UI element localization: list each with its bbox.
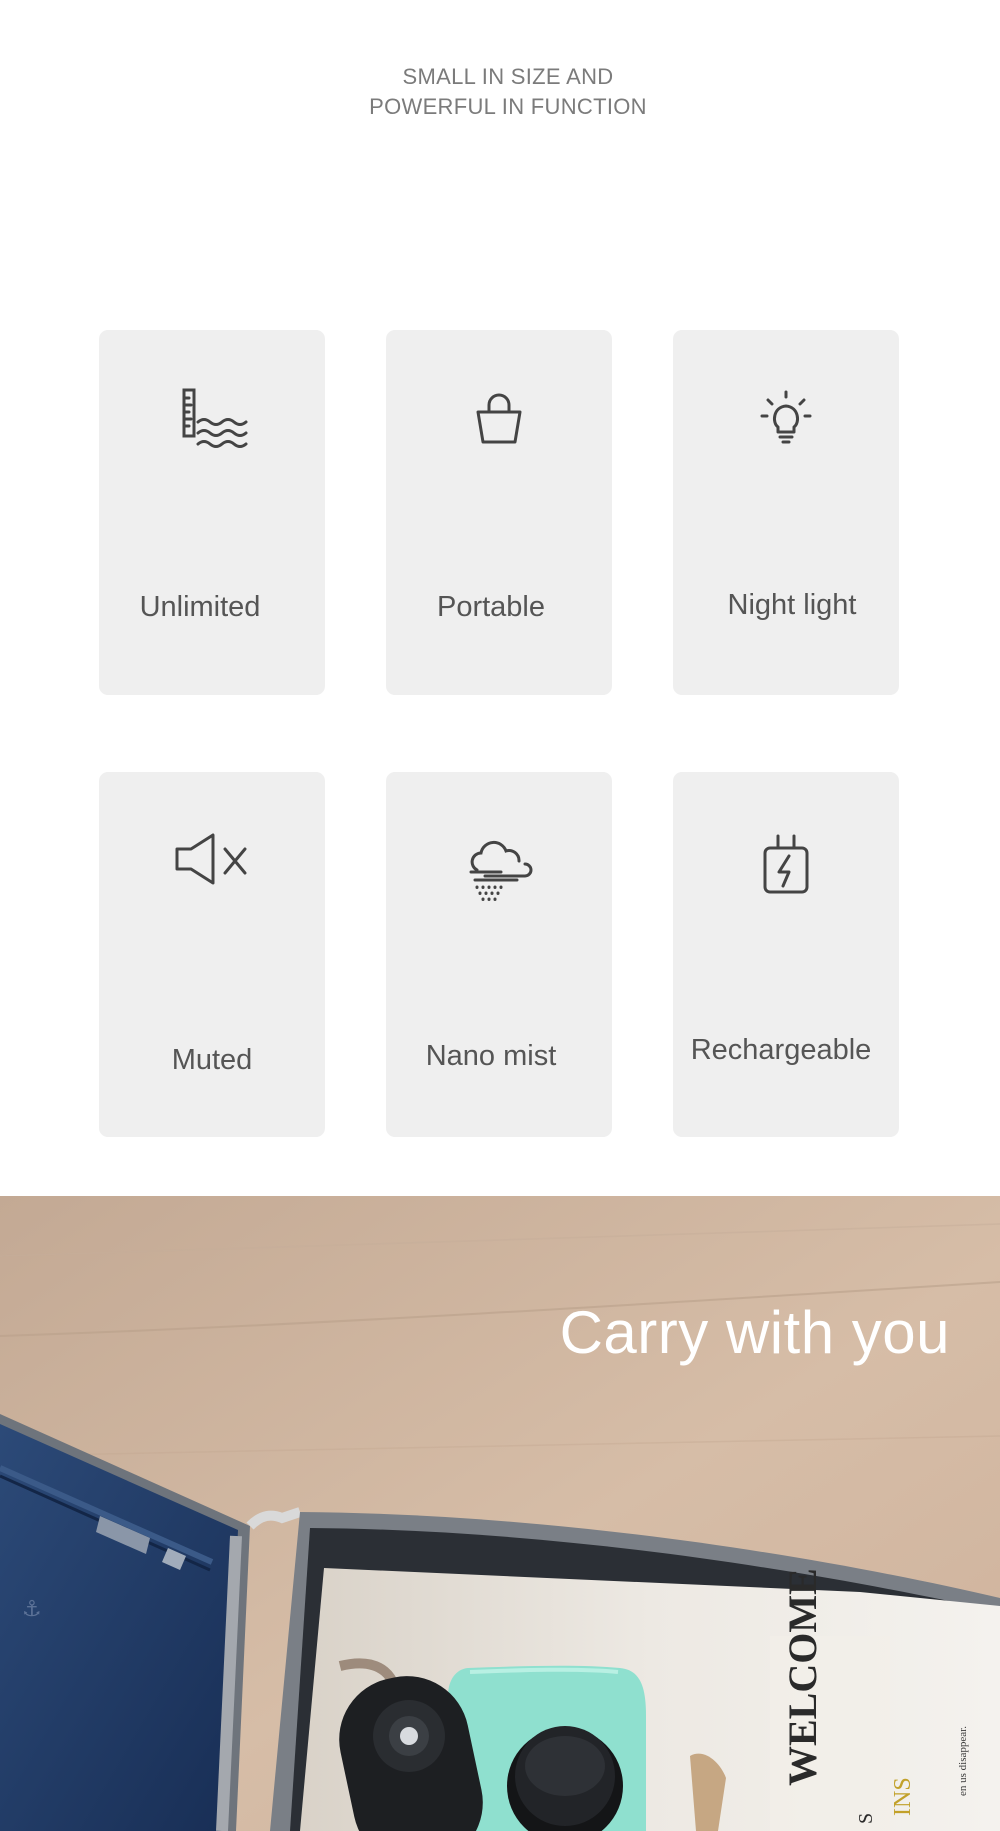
svg-text:WELCOME: WELCOME (780, 1568, 825, 1786)
svg-text:INS: INS (890, 1777, 916, 1816)
feature-label: Nano mist (425, 1040, 557, 1072)
svg-text:en us disappear.: en us disappear. (957, 1726, 969, 1796)
suitcase-scene: ⚓ WELCOME INS S en us disappear. (0, 1196, 1000, 1831)
feature-card-night-light: Night light (673, 330, 899, 695)
feature-card-rechargeable: Rechargeable (673, 772, 899, 1137)
feature-card-nano-mist: Nano mist (386, 772, 612, 1137)
feature-label: Unlimited (139, 591, 261, 623)
feature-label: Night light (727, 589, 857, 621)
feature-label: Muted (171, 1044, 253, 1076)
svg-text:⚓: ⚓ (22, 1597, 42, 1622)
headline-line-2: POWERFUL IN FUNCTION (369, 94, 647, 119)
banner-caption: Carry with you (559, 1299, 950, 1366)
section-headline: SMALL IN SIZE AND POWERFUL IN FUNCTION (0, 62, 1000, 122)
svg-text:S: S (855, 1813, 877, 1824)
hero-banner-photo: ⚓ WELCOME INS S en us disappear. Carry w… (0, 1196, 1000, 1831)
headline-line-1: SMALL IN SIZE AND (402, 64, 614, 89)
feature-label: Rechargeable (690, 1034, 872, 1066)
charging-plug-icon (763, 834, 809, 894)
bag-icon (476, 393, 522, 444)
light-bulb-icon (760, 390, 812, 444)
mist-cloud-icon (469, 840, 533, 901)
feature-label: Portable (436, 591, 545, 623)
feature-card-unlimited: Unlimited (99, 330, 325, 695)
feature-card-portable: Portable (386, 330, 612, 695)
feature-card-muted: Muted (99, 772, 325, 1137)
speaker-muted-icon (175, 833, 247, 885)
water-level-icon (182, 388, 248, 448)
